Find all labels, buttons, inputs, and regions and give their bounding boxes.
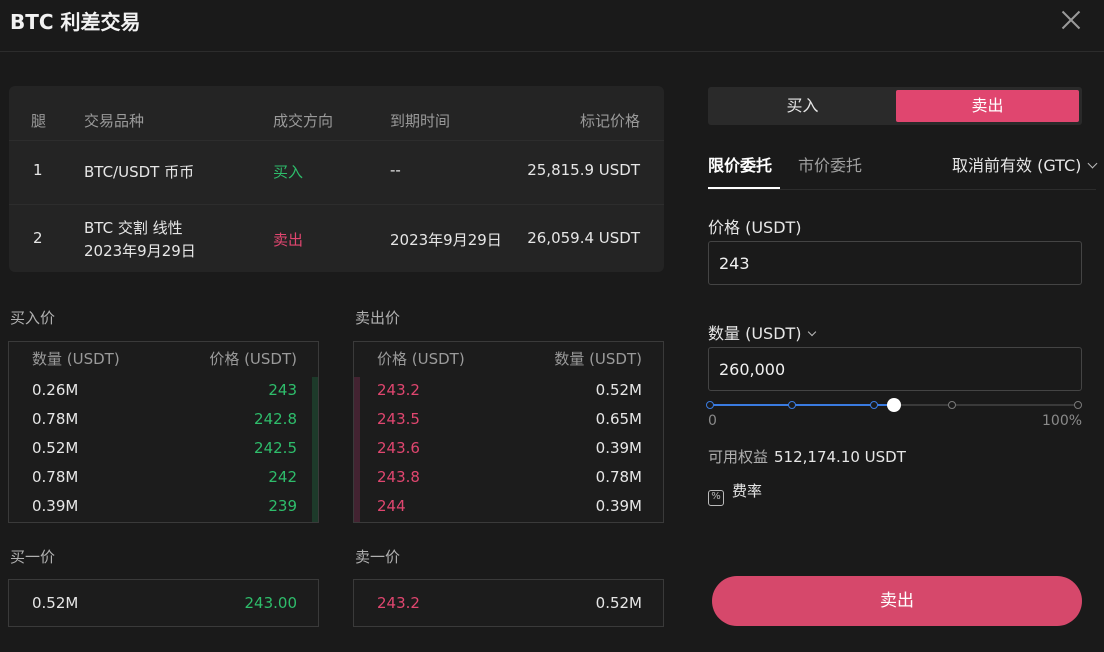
- bid-book: 数量 (USDT) 价格 (USDT) 0.26M 243 0.78M 242.8 …: [8, 341, 319, 523]
- bid-qty: 0.26M: [32, 381, 79, 399]
- asks-label: 卖出价: [355, 309, 401, 327]
- time-in-force-select[interactable]: 取消前有效 (GTC): [952, 152, 1098, 176]
- leg-2-direction: 卖出: [273, 231, 304, 249]
- dialog-title: BTC 利差交易: [10, 10, 141, 34]
- bid-row[interactable]: 0.78M 242: [9, 464, 318, 493]
- price-label: 价格 (USDT): [708, 218, 802, 237]
- bid-qty: 0.78M: [32, 468, 79, 486]
- col-header-mark-price: 标记价格: [579, 112, 640, 130]
- ask-book: 价格 (USDT) 数量 (USDT) 243.2 0.52M 243.5 0.65…: [353, 341, 664, 523]
- bid-row[interactable]: 0.39M 239: [9, 493, 318, 522]
- bid-price: 242: [268, 468, 297, 486]
- leg-1-instrument: BTC/USDT 币币: [84, 163, 195, 181]
- quantity-slider[interactable]: [706, 397, 1082, 413]
- close-icon[interactable]: [1058, 7, 1084, 33]
- ask-row[interactable]: 244 0.39M: [354, 493, 663, 522]
- leg-1-number: 1: [33, 161, 43, 179]
- bid-qty-header: 数量 (USDT): [32, 350, 120, 368]
- slider-max-label: 100%: [1042, 413, 1083, 429]
- ask-price: 244: [377, 497, 406, 515]
- ask-price: 243.2: [377, 381, 420, 399]
- ask-qty: 0.78M: [595, 468, 642, 486]
- bid-qty: 0.39M: [32, 497, 79, 515]
- ask-price: 243.8: [377, 468, 420, 486]
- bid-price-header: 价格 (USDT): [209, 350, 297, 368]
- best-bid-label: 买一价: [10, 548, 56, 566]
- leg-1-mark-price: 25,815.9 USDT: [527, 161, 640, 179]
- bid-row[interactable]: 0.26M 243: [9, 377, 318, 406]
- side-toggle: 买入 卖出: [708, 87, 1082, 125]
- best-bid-qty: 0.52M: [32, 594, 79, 612]
- available-label: 可用权益: [708, 448, 769, 466]
- ask-row[interactable]: 243.2 0.52M: [354, 377, 663, 406]
- bids-label: 买入价: [10, 309, 56, 327]
- bid-price: 242.5: [254, 439, 297, 457]
- chevron-down-icon: [1087, 158, 1098, 169]
- leg-1-expiry: --: [390, 161, 401, 179]
- slider-fill: [710, 404, 894, 406]
- tab-market-order[interactable]: 市价委托: [798, 152, 862, 176]
- ask-price: 243.5: [377, 410, 420, 428]
- leg-2-mark-price: 26,059.4 USDT: [527, 229, 640, 247]
- best-bid-price: 243.00: [244, 594, 298, 612]
- buy-side-button[interactable]: 买入: [711, 90, 894, 122]
- fee-label: 费率: [732, 482, 763, 500]
- best-bid-box[interactable]: 0.52M 243.00: [8, 579, 319, 627]
- quantity-input[interactable]: [708, 347, 1082, 391]
- ask-row[interactable]: 243.8 0.78M: [354, 464, 663, 493]
- percent-icon: %: [708, 490, 724, 506]
- ask-qty-header: 数量 (USDT): [554, 350, 642, 368]
- ask-qty: 0.39M: [595, 497, 642, 515]
- leg-2-number: 2: [33, 229, 43, 247]
- bid-row[interactable]: 0.78M 242.8: [9, 406, 318, 435]
- col-header-instrument: 交易品种: [84, 112, 145, 130]
- time-in-force-value: 取消前有效 (GTC): [952, 156, 1082, 175]
- bid-price: 239: [268, 497, 297, 515]
- ask-price-header: 价格 (USDT): [377, 350, 465, 368]
- chevron-down-icon: [807, 327, 816, 337]
- dialog-header: BTC 利差交易: [0, 0, 1104, 52]
- leg-2-expiry: 2023年9月29日: [390, 231, 502, 249]
- best-ask-qty: 0.52M: [595, 594, 642, 612]
- best-ask-label: 卖一价: [355, 548, 401, 566]
- best-ask-price: 243.2: [377, 594, 420, 612]
- available-equity: 可用权益 512,174.10 USDT: [708, 446, 906, 467]
- bid-qty: 0.78M: [32, 410, 79, 428]
- bid-qty: 0.52M: [32, 439, 79, 457]
- bid-row[interactable]: 0.52M 242.5: [9, 435, 318, 464]
- ask-qty: 0.65M: [595, 410, 642, 428]
- col-header-direction: 成交方向: [273, 112, 334, 130]
- submit-sell-button[interactable]: 卖出: [712, 576, 1082, 626]
- ask-row[interactable]: 243.5 0.65M: [354, 406, 663, 435]
- price-input[interactable]: [708, 241, 1082, 285]
- available-value: 512,174.10 USDT: [774, 448, 906, 466]
- leg-1-direction: 买入: [273, 163, 304, 181]
- ask-qty: 0.52M: [595, 381, 642, 399]
- leg-2-instrument-date: 2023年9月29日: [84, 242, 196, 260]
- col-header-leg: 腿: [31, 112, 47, 130]
- col-header-expiry: 到期时间: [390, 112, 451, 130]
- slider-knob[interactable]: [887, 398, 901, 412]
- slider-min-label: 0: [708, 413, 717, 429]
- leg-2-instrument: BTC 交割 线性: [84, 219, 183, 237]
- legs-table: 腿 交易品种 成交方向 到期时间 标记价格 1 BTC/USDT 币币 买入 -…: [9, 86, 664, 272]
- fee-rate-link[interactable]: % 费率: [708, 480, 762, 506]
- bid-price: 242.8: [254, 410, 297, 428]
- best-ask-box[interactable]: 243.2 0.52M: [353, 579, 664, 627]
- ask-price: 243.6: [377, 439, 420, 457]
- tab-limit-order[interactable]: 限价委托: [708, 152, 772, 176]
- sell-side-button[interactable]: 卖出: [896, 90, 1079, 122]
- ask-qty: 0.39M: [595, 439, 642, 457]
- bid-price: 243: [268, 381, 297, 399]
- quantity-label: 数量 (USDT): [708, 324, 802, 343]
- ask-row[interactable]: 243.6 0.39M: [354, 435, 663, 464]
- quantity-unit-select[interactable]: 数量 (USDT): [708, 320, 816, 344]
